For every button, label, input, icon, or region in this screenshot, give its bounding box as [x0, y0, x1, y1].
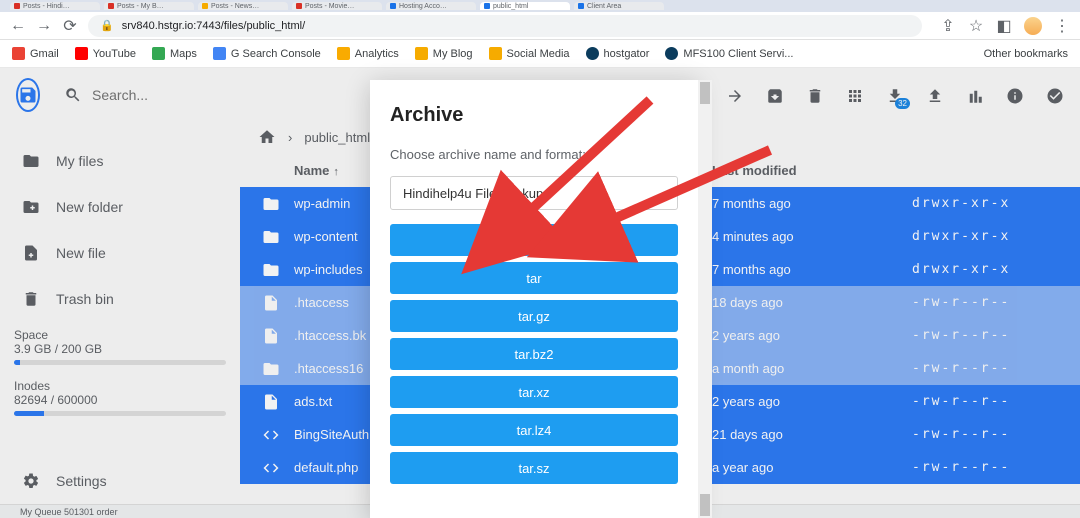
bookmark-youtube[interactable]: YouTube: [75, 47, 136, 60]
profile-avatar[interactable]: [1024, 17, 1042, 35]
browser-tab[interactable]: Posts - News…: [198, 2, 288, 10]
browser-tab[interactable]: Posts - Movie…: [292, 2, 382, 10]
format-button-tar[interactable]: tar: [390, 262, 678, 294]
star-icon[interactable]: ☆: [968, 18, 984, 34]
url-text: srv840.hstgr.io:7443/files/public_html/: [122, 20, 305, 32]
bookmark-social[interactable]: Social Media: [489, 47, 570, 60]
browser-tab[interactable]: Posts - Hindi…: [10, 2, 100, 10]
browser-tab-strip: Posts - Hindi… Posts - My B… Posts - New…: [0, 0, 1080, 12]
archive-name-input[interactable]: [390, 176, 678, 210]
modal-title: Archive: [390, 104, 678, 127]
reload-button[interactable]: ⟳: [62, 18, 78, 34]
share-icon[interactable]: ⇪: [940, 18, 956, 34]
bookmark-maps[interactable]: Maps: [152, 47, 197, 60]
forward-button[interactable]: →: [36, 18, 52, 34]
modal-scrollbar[interactable]: [698, 80, 712, 518]
browser-tab[interactable]: Client Area: [574, 2, 664, 10]
format-button-tarlz4[interactable]: tar.lz4: [390, 414, 678, 446]
other-bookmarks[interactable]: Other bookmarks: [978, 48, 1068, 60]
format-button-tarbz2[interactable]: tar.bz2: [390, 338, 678, 370]
format-button-tarsz[interactable]: tar.sz: [390, 452, 678, 484]
browser-toolbar: ← → ⟳ 🔒 srv840.hstgr.io:7443/files/publi…: [0, 12, 1080, 40]
modal-instruction: Choose archive name and format:: [390, 147, 678, 162]
bookmark-myblog[interactable]: My Blog: [415, 47, 473, 60]
browser-tab[interactable]: Hosting Acco…: [386, 2, 476, 10]
format-button-targz[interactable]: tar.gz: [390, 300, 678, 332]
bookmark-mfs100[interactable]: MFS100 Client Servi...: [665, 47, 793, 60]
address-bar[interactable]: 🔒 srv840.hstgr.io:7443/files/public_html…: [88, 15, 922, 37]
back-button[interactable]: ←: [10, 18, 26, 34]
bookmarks-bar: Gmail YouTube Maps G Search Console Anal…: [0, 40, 1080, 68]
extensions-icon[interactable]: ◧: [996, 18, 1012, 34]
browser-tab-active[interactable]: public_html: [480, 2, 570, 10]
bookmark-hostgator[interactable]: hostgator: [586, 47, 650, 60]
format-button-zip[interactable]: zip: [390, 224, 678, 256]
browser-tab[interactable]: Posts - My B…: [104, 2, 194, 10]
menu-icon[interactable]: ⋮: [1054, 18, 1070, 34]
bookmark-analytics[interactable]: Analytics: [337, 47, 399, 60]
format-button-tarxz[interactable]: tar.xz: [390, 376, 678, 408]
lock-icon: 🔒: [100, 19, 114, 32]
bookmark-gmail[interactable]: Gmail: [12, 47, 59, 60]
bookmark-gsc[interactable]: G Search Console: [213, 47, 321, 60]
archive-modal: Archive Choose archive name and format: …: [370, 80, 698, 518]
